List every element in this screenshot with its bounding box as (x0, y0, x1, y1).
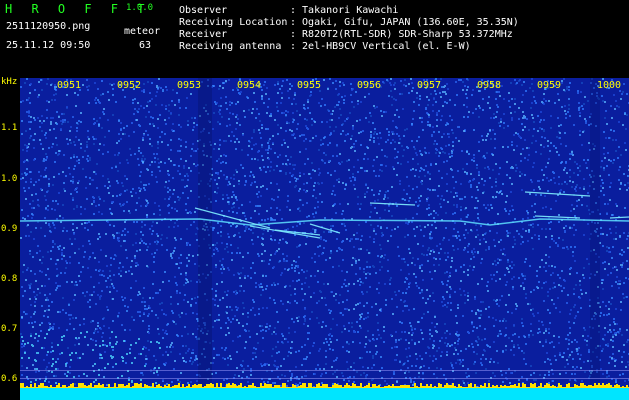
timestamp: 25.11.12 09:50 (6, 40, 91, 51)
location-value: : Ogaki, Gifu, JAPAN (136.60E, 35.35N) (290, 17, 519, 28)
y-tick-label: 1.1 (1, 123, 18, 133)
meteor-trace (609, 216, 629, 219)
filename: 2511120950.png (6, 21, 91, 32)
observer-label: Observer (179, 5, 228, 16)
x-tick-label: 0957 (417, 80, 442, 91)
y-tick-label: 0.9 (1, 224, 18, 234)
spectrogram-panel (20, 78, 629, 400)
x-tick-label: 0953 (177, 80, 202, 91)
x-tick-label: 0954 (237, 80, 262, 91)
antenna-value: : 2el-HB9CV Vertical (el. E-W) (290, 41, 471, 52)
app-version: 1.0.0 (126, 3, 154, 13)
meteor-trace (534, 215, 581, 219)
x-tick-label: 0958 (477, 80, 502, 91)
reference-line (20, 378, 629, 379)
y-unit-label: kHz (1, 77, 18, 87)
noise-speckle (20, 78, 629, 400)
x-tick-label: 1000 (597, 80, 622, 91)
y-tick-label: 0.8 (1, 274, 18, 284)
y-tick-label: 0.6 (1, 374, 18, 384)
noise-band (198, 78, 212, 400)
meteor-trace (249, 225, 321, 239)
receiver-value: : R820T2(RTL-SDR) SDR-Sharp 53.372MHz (290, 29, 513, 40)
spectrogram-canvas (20, 78, 629, 400)
noise-floor-spikes (20, 383, 629, 388)
reference-line (20, 370, 629, 371)
noise-floor (20, 388, 629, 400)
noise-band (590, 78, 600, 400)
observer-value: : Takanori Kawachi (290, 5, 399, 16)
x-tick-label: 0951 (57, 80, 82, 91)
x-tick-label: 0955 (297, 80, 322, 91)
detection-type: meteor (124, 26, 161, 37)
x-tick-label: 0959 (537, 80, 562, 91)
detection-count: 63 (139, 40, 152, 51)
location-label: Receiving Location (179, 17, 288, 28)
header-panel: H R O F F T 1.0.0 2511120950.png meteor … (0, 0, 629, 78)
x-tick-label: 0952 (117, 80, 142, 91)
receiver-label: Receiver (179, 29, 228, 40)
y-axis: kHz 1.1 1.0 0.9 0.8 0.7 0.6 (0, 78, 20, 400)
y-tick-label: 1.0 (1, 174, 18, 184)
x-tick-label: 0956 (357, 80, 382, 91)
y-tick-label: 0.7 (1, 324, 18, 334)
antenna-label: Receiving antenna (179, 41, 282, 52)
